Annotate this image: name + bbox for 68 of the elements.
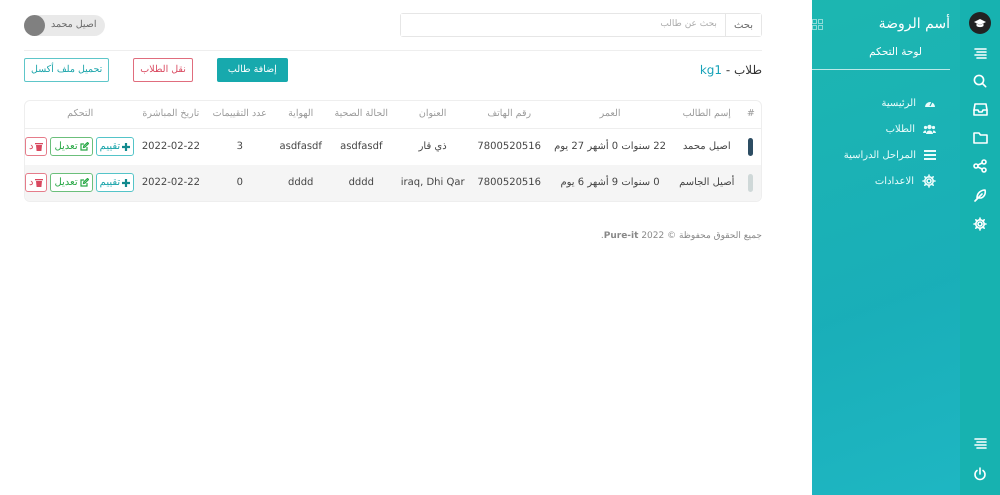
column-header: التحكم [25,101,136,128]
edit-button[interactable]: تعديل [50,136,93,156]
photo-placeholder [748,174,754,192]
sidebar-item[interactable]: الطلاب [872,122,950,137]
search-field[interactable]: بحث بحث عن طالب [400,13,762,37]
sidebar-item[interactable]: المراحل الدراسية [830,148,950,163]
sidebar-item[interactable]: الرئيسية [868,96,950,111]
user-name: اصيل محمد [51,18,96,32]
table-cell: 2022-02-22 [135,128,206,164]
table-cell: dddd [328,164,394,200]
add-student-button[interactable]: إضافة طالب [216,58,288,82]
photo-placeholder [748,138,754,156]
logo-icon [969,12,991,34]
gear-icon[interactable] [973,217,987,231]
power-icon[interactable] [973,467,987,481]
column-header: إسم الطالب [672,101,741,128]
rate-button[interactable]: تقييم [96,173,134,192]
folder-icon[interactable] [972,131,988,144]
table-cell: 0 [206,164,274,200]
delete-button[interactable]: د [25,172,48,192]
user-chip[interactable]: اصيل محمد [24,14,104,36]
avatar-circle [24,14,45,36]
table-cell: asdfasdf [328,128,394,164]
table-cell: 22 سنوات 0 أشهر 27 يوم [547,128,673,164]
table-cell: 3 [206,128,274,164]
menu-icon[interactable] [974,438,986,449]
table-cell: iraq, Dhi Qar [394,164,471,200]
table-cell: 7800520516 [470,128,548,164]
column-header: رقم الهاتف [470,101,548,128]
table-cell: 7800520516 [470,164,548,200]
column-header: الحالة الصحية [328,101,394,128]
column-header: عدد التقييمات [206,101,274,128]
column-header: العمر [547,101,673,128]
column-header: تاريخ المباشرة [135,101,206,128]
table-cell: asdfasdf [273,128,328,164]
plus-icon [122,178,130,187]
search-icon[interactable] [973,74,987,88]
panel-subtitle: لوحة التحكم [868,45,923,60]
brand-title: أسم الروضة [878,14,950,34]
feather-icon[interactable] [973,188,987,202]
column-header: العنوان [394,101,471,128]
share-icon[interactable] [973,159,987,173]
edit-icon [80,178,89,187]
download-button[interactable]: تحميل ملف أكسل [24,58,110,82]
rate-button[interactable]: تقييم [96,137,134,156]
plus-icon [122,142,130,151]
table-cell: dddd [273,164,328,200]
table-cell: ذي قار [394,128,471,164]
trash-icon [35,142,44,151]
search-button[interactable]: بحث [724,14,761,36]
sidebar-item[interactable]: الاعدادات [860,174,950,189]
grid-icon[interactable] [812,19,823,30]
menu-icon[interactable] [974,48,986,59]
table-cell: اصيل محمد [672,128,741,164]
list-icon [924,150,936,160]
edit-button[interactable]: تعديل [50,172,93,192]
table-cell: أصيل الجاسم [672,164,741,200]
table-cell: 0 سنوات 9 أشهر 6 يوم [547,164,673,200]
gear-icon [922,174,936,188]
table-cell: 2022-02-22 [135,164,206,200]
users-icon [923,124,936,134]
column-header: الهواية [273,101,328,128]
trash-icon [35,178,44,187]
transfer-button[interactable]: نقل الطلاب [133,58,193,82]
inbox-icon[interactable] [972,103,988,116]
column-header: # [740,101,761,128]
delete-button[interactable]: د [25,136,48,156]
edit-icon [80,142,89,151]
